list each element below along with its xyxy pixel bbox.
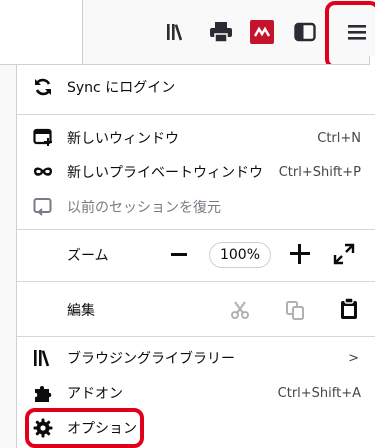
sidebar-icon[interactable] (294, 20, 316, 44)
separator (17, 229, 375, 230)
new-private-window-shortcut: Ctrl+Shift+P (278, 164, 361, 180)
library-icon[interactable] (166, 20, 188, 44)
chevron-right-icon: > (348, 350, 359, 366)
private-mask-icon (33, 162, 53, 182)
panel-arrow (369, 56, 375, 65)
library-label: ブラウジングライブラリー (67, 351, 235, 367)
library-item[interactable]: ブラウジングライブラリー > (17, 341, 375, 375)
new-window-item[interactable]: 新しいウィンドウ Ctrl+N (17, 121, 375, 155)
new-private-window-label: 新しいプライベートウィンドウ (67, 165, 263, 181)
separator (17, 281, 375, 282)
zoom-reset-button[interactable]: 100% (209, 242, 271, 268)
print-icon[interactable] (209, 20, 233, 44)
hamburger-menu-icon[interactable] (346, 20, 368, 44)
zoom-label: ズーム (67, 248, 109, 264)
options-item[interactable]: オプション (17, 411, 375, 445)
addons-shortcut: Ctrl+Shift+A (277, 385, 361, 401)
addons-item[interactable]: アドオン Ctrl+Shift+A (17, 376, 375, 410)
new-window-label: 新しいウィンドウ (67, 131, 179, 147)
options-label: オプション (67, 421, 137, 437)
zoom-row: ズーム (17, 238, 375, 272)
paste-icon[interactable] (337, 297, 361, 321)
fullscreen-icon[interactable] (333, 243, 355, 265)
url-bar[interactable] (0, 0, 83, 65)
browser-window: Sync にログイン 新しいウィンドウ Ctrl+N 新しいプライベートウィンド… (0, 0, 375, 448)
zoom-out-button[interactable] (171, 253, 187, 256)
new-window-icon (33, 128, 53, 148)
new-private-window-item[interactable]: 新しいプライベートウィンドウ Ctrl+Shift+P (17, 155, 375, 189)
cut-icon[interactable] (228, 298, 252, 322)
restore-session-label: 以前のセッションを復元 (67, 200, 221, 216)
separator (17, 114, 375, 115)
addons-label: アドオン (67, 386, 123, 402)
edit-label: 編集 (67, 303, 95, 319)
sync-signin-label: Sync にログイン (67, 80, 176, 96)
sync-signin-item[interactable]: Sync にログイン (17, 70, 375, 104)
copy-icon[interactable] (283, 298, 307, 322)
restore-session-item[interactable]: 以前のセッションを復元 (17, 190, 375, 224)
puzzle-piece-icon (33, 383, 53, 403)
library-icon (33, 348, 53, 368)
toolbar (0, 0, 375, 65)
extension-badge-icon[interactable] (250, 20, 274, 44)
restore-session-icon (33, 197, 53, 217)
gear-icon (33, 418, 53, 438)
edit-row: 編集 (17, 293, 375, 327)
separator (17, 336, 375, 337)
sync-icon (33, 77, 53, 97)
new-window-shortcut: Ctrl+N (317, 130, 361, 146)
zoom-in-button[interactable] (290, 244, 310, 264)
